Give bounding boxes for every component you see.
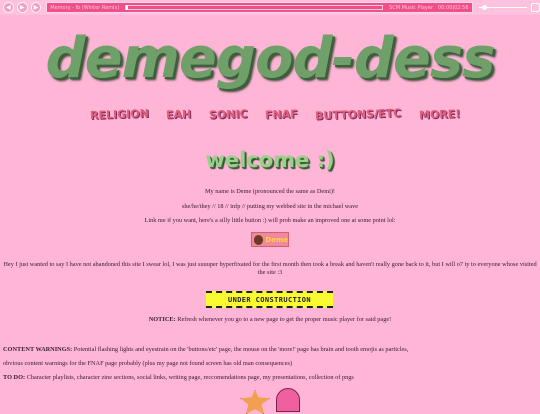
seek-knob[interactable] xyxy=(126,5,129,10)
deme-link-button[interactable]: Deme xyxy=(251,232,289,247)
intro-name: My name is Deme (pronounced the same as … xyxy=(204,188,336,195)
intro-link: Link me if you want, here's a silly litt… xyxy=(144,217,396,224)
player-name: SCM Music Player xyxy=(389,4,434,11)
site-title: demegod-dess xyxy=(45,26,495,91)
player-bar: Memory - Ib (Winter Remix) SCM Music Pla… xyxy=(46,2,473,13)
todo: TO DO: Character playlists, character zi… xyxy=(3,374,537,382)
music-player: ◀ ▶ ▶ Memory - Ib (Winter Remix) SCM Mus… xyxy=(0,0,540,15)
notice: NOTICE: Refresh whenever you go to a new… xyxy=(0,316,540,324)
track-title: Memory - Ib (Winter Remix) xyxy=(50,4,120,11)
notice-text: Refresh whenever you go to a new page to… xyxy=(175,316,392,323)
main-nav: RELIGION EAH SONIC FNAF BUTTONS/ETC MORE… xyxy=(90,107,460,123)
nav-religion[interactable]: RELIGION xyxy=(90,107,149,122)
prev-icon[interactable]: ◀ xyxy=(3,2,14,13)
play-icon[interactable]: ▶ xyxy=(16,2,28,13)
cw-text: Potential flashing lights and eyestrain … xyxy=(72,346,409,353)
todo-label: TO DO: xyxy=(3,374,26,381)
welcome-heading: welcome :) xyxy=(205,148,335,172)
intro-pronouns: she/he/they // 18 // infp // putting my … xyxy=(181,203,359,210)
content-warnings: CONTENT WARNINGS: Potential flashing lig… xyxy=(3,346,537,354)
volume-slider[interactable] xyxy=(478,5,528,10)
notice-label: NOTICE: xyxy=(148,316,176,323)
seek-bar[interactable] xyxy=(125,5,384,10)
todo-text: Character playlists, character zine sect… xyxy=(25,374,354,381)
nav-more[interactable]: MORE! xyxy=(418,107,460,121)
star-character-image xyxy=(240,390,270,414)
cw-label: CONTENT WARNINGS: xyxy=(3,346,73,353)
player-time: 00:00|02:56 xyxy=(438,4,469,11)
nav-fnaf[interactable]: FNAF xyxy=(265,107,298,121)
playlist-toggle[interactable] xyxy=(531,3,540,12)
nav-eah[interactable]: EAH xyxy=(166,108,192,122)
nav-buttons-etc[interactable]: BUTTONS/ETC xyxy=(315,107,402,123)
update-text: Hey I just wanted to say I have not aban… xyxy=(3,261,537,276)
nav-sonic[interactable]: SONIC xyxy=(209,107,248,121)
drop-character-image xyxy=(276,388,300,412)
content-warnings-2: obvious content warnings for the FNAF pa… xyxy=(3,360,293,367)
button-label: Deme xyxy=(265,235,288,244)
volume-knob[interactable] xyxy=(481,5,487,10)
under-construction-banner: UNDER CONSTRUCTION xyxy=(206,291,333,308)
avatar xyxy=(254,234,264,245)
next-icon[interactable]: ▶ xyxy=(30,2,42,13)
